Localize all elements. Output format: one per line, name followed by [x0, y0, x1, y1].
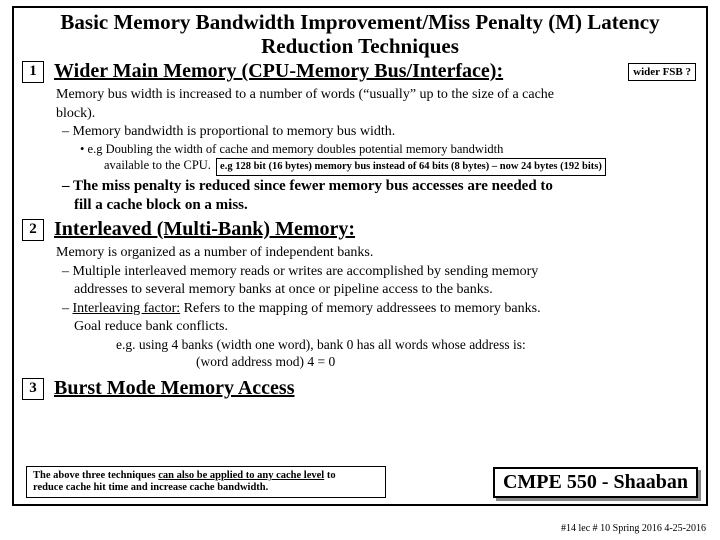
- footer-note: The above three techniques can also be a…: [26, 466, 386, 498]
- course-badge: CMPE 550 - Shaaban: [493, 467, 698, 498]
- section-2-head: 2 Interleaved (Multi-Bank) Memory:: [14, 216, 706, 243]
- footer-line-2: reduce cache hit time and increase cache…: [33, 482, 268, 493]
- section-1-head: 1 Wider Main Memory (CPU-Memory Bus/Inte…: [14, 58, 706, 85]
- slide-frame: Basic Memory Bandwidth Improvement/Miss …: [12, 6, 708, 506]
- sec1-example-box: e.g 128 bit (16 bytes) memory bus instea…: [216, 158, 606, 175]
- section-3-num: 3: [22, 378, 44, 400]
- sec1-bullet-1a: e.g Doubling the width of cache and memo…: [56, 142, 694, 158]
- page-meta: #14 lec # 10 Spring 2016 4-25-2016: [561, 523, 706, 534]
- section-1-aside: wider FSB ?: [628, 63, 696, 81]
- sec1-bullet-1b-text: available to the CPU.: [104, 158, 211, 172]
- sec1-bullet-1b: available to the CPU. e.g 128 bit (16 by…: [56, 158, 694, 175]
- section-2-body: Memory is organized as a number of indep…: [14, 244, 706, 371]
- sec2-example-1: e.g. using 4 banks (width one word), ban…: [56, 337, 694, 354]
- footer-line-1-post: to: [324, 470, 335, 481]
- section-2-title: Interleaved (Multi-Bank) Memory:: [54, 218, 696, 241]
- slide-title: Basic Memory Bandwidth Improvement/Miss …: [14, 8, 706, 58]
- sec1-dash-2b: fill a cache block on a miss.: [56, 196, 694, 215]
- footer-line-1-pre: The above three techniques: [33, 470, 158, 481]
- footer-line-1-u: can also be applied to any cache level: [158, 470, 324, 481]
- section-1-body: Memory bus width is increased to a numbe…: [14, 86, 706, 215]
- title-line-1: Basic Memory Bandwidth Improvement/Miss …: [60, 10, 659, 34]
- sec2-interleaving-label: Interleaving factor:: [73, 301, 181, 316]
- section-2-num: 2: [22, 219, 44, 241]
- sec2-dash-1b: addresses to several memory banks at onc…: [56, 281, 694, 299]
- section-3-title: Burst Mode Memory Access: [54, 377, 696, 400]
- sec1-para-line-2: block).: [56, 105, 694, 123]
- title-line-2: Reduction Techniques: [261, 34, 459, 58]
- sec1-dash-2a: The miss penalty is reduced since fewer …: [56, 177, 694, 196]
- sec1-para-line-1: Memory bus width is increased to a numbe…: [56, 86, 694, 104]
- sec2-para-1: Memory is organized as a number of indep…: [56, 244, 694, 262]
- sec2-dash-1a: Multiple interleaved memory reads or wri…: [56, 263, 694, 281]
- sec1-dash-1: Memory bandwidth is proportional to memo…: [56, 123, 694, 141]
- sec2-interleaving-rest: Refers to the mapping of memory addresse…: [180, 301, 540, 316]
- section-1-title: Wider Main Memory (CPU-Memory Bus/Interf…: [54, 60, 618, 83]
- sec2-example-2: (word address mod) 4 = 0: [56, 354, 694, 371]
- section-3-head: 3 Burst Mode Memory Access: [14, 375, 706, 402]
- sec2-dash-2: Interleaving factor: Refers to the mappi…: [56, 300, 694, 318]
- sec2-dash-2b: Goal reduce bank conflicts.: [56, 318, 694, 336]
- section-1-num: 1: [22, 61, 44, 83]
